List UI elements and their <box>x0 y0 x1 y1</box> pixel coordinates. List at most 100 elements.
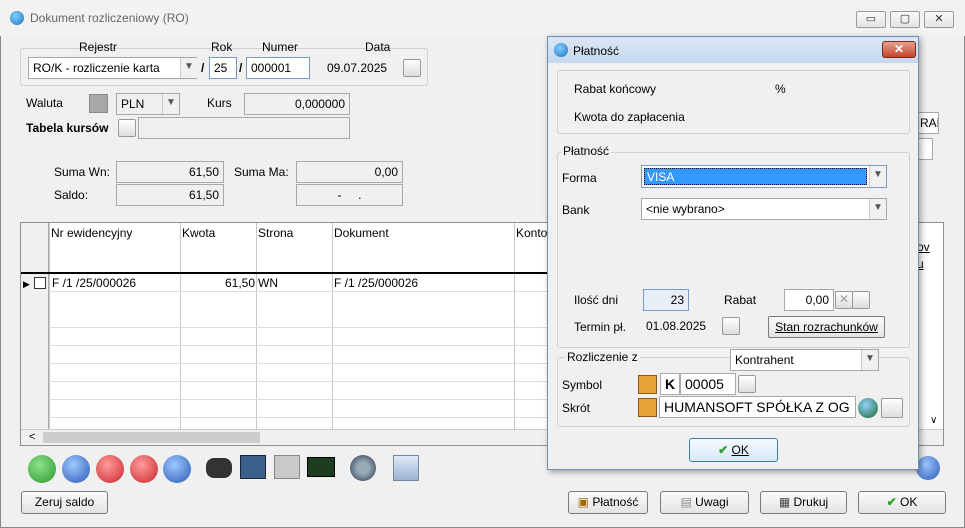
termin-label: Termin pł. <box>574 320 627 334</box>
rozliczenie-value: Kontrahent <box>735 353 794 367</box>
table-row[interactable] <box>49 328 579 346</box>
tabela-picker-icon[interactable] <box>118 119 136 137</box>
next-icon[interactable] <box>916 456 940 480</box>
calendar-icon[interactable] <box>722 317 740 335</box>
forma-select[interactable]: VISA ▼ <box>641 165 887 188</box>
rozliczenie-select[interactable]: Kontrahent ▼ <box>730 349 879 371</box>
binoculars-icon[interactable] <box>206 458 232 478</box>
chevron-down-icon[interactable]: ▼ <box>869 199 886 219</box>
scroll-left-icon[interactable]: < <box>29 431 35 443</box>
rejestr-label: Rejestr <box>79 40 118 54</box>
globe-icon[interactable] <box>858 398 878 418</box>
data-value[interactable]: 09.07.2025 <box>327 61 387 75</box>
table-row[interactable] <box>49 310 579 328</box>
ok-button[interactable]: ✔ OK <box>858 491 946 514</box>
settings-icon[interactable] <box>350 455 376 481</box>
suma-ma-label: Suma Ma: <box>234 165 289 179</box>
rejestr-select[interactable]: RO/K - rozliczenie karta <box>28 57 197 79</box>
p-icon[interactable] <box>163 455 191 483</box>
rabat-label: Rabat <box>724 293 757 307</box>
table-row[interactable] <box>49 400 579 418</box>
scroll-thumb[interactable] <box>43 432 260 443</box>
column-header[interactable]: Konto <box>516 226 547 240</box>
app-icon <box>554 43 568 57</box>
rabat-field[interactable]: 0,00 <box>784 289 834 311</box>
symbol-field[interactable]: 00005 <box>680 373 736 395</box>
contractor-list-icon[interactable] <box>638 398 657 417</box>
column-header[interactable]: Kwota <box>182 226 215 240</box>
skrot-label: Skrót <box>562 401 591 415</box>
minimize-button[interactable]: ▭ <box>856 11 886 28</box>
chevron-down-icon[interactable]: ▼ <box>861 350 878 370</box>
cell-dokument: F /1 /25/000026 <box>334 276 419 290</box>
rok-field[interactable]: 25 <box>209 57 237 79</box>
chart-icon[interactable] <box>881 398 903 418</box>
kurs-field[interactable]: 0,000000 <box>244 93 350 115</box>
rabat-picker-icon[interactable] <box>852 291 870 309</box>
handshake-icon[interactable] <box>738 375 756 393</box>
print-icon: ▦ <box>778 495 794 509</box>
cell-nr: F /1 /25/000026 <box>52 276 137 290</box>
drukuj-button[interactable]: ▦ Drukuj <box>760 491 847 514</box>
row-checkbox[interactable] <box>34 277 46 289</box>
termin-value[interactable]: 01.08.2025 <box>646 319 706 333</box>
app-icon <box>10 11 24 25</box>
chevron-down-icon[interactable]: ▼ <box>162 94 179 114</box>
ilosc-dni-field[interactable]: 23 <box>643 289 689 311</box>
bank-label: Bank <box>562 203 590 217</box>
chart-window-icon[interactable] <box>393 455 419 481</box>
numer-field[interactable]: 000001 <box>246 57 310 79</box>
contractor-list-icon[interactable] <box>638 375 657 394</box>
title-bar: Dokument rozliczeniowy (RO) ▭ ▢ ✕ <box>0 0 965 36</box>
chevron-down-icon[interactable]: ▼ <box>180 58 197 78</box>
column-header[interactable]: Dokument <box>334 226 389 240</box>
calendar-icon[interactable] <box>403 59 421 77</box>
calendar-grid-icon[interactable] <box>240 455 266 479</box>
separator: / <box>239 61 243 75</box>
skrot-field[interactable]: HUMANSOFT SPÓŁKA Z OG <box>659 396 856 418</box>
delete-icon[interactable] <box>96 455 124 483</box>
dialog-ok-button[interactable]: ✔ OK <box>689 438 778 462</box>
close-button[interactable]: ✕ <box>924 11 954 28</box>
kwota-label: Kwota do zapłacenia <box>574 110 685 124</box>
add-icon[interactable] <box>28 455 56 483</box>
column-header[interactable]: Strona <box>258 226 293 240</box>
delete-menu-icon[interactable] <box>130 455 158 483</box>
summary-group <box>557 70 910 134</box>
rabat-koncowy-unit: % <box>775 82 786 96</box>
data-label: Data <box>365 40 391 54</box>
document-icon[interactable] <box>274 455 300 479</box>
table-row[interactable] <box>49 364 579 382</box>
column-header[interactable]: Nr ewidencyjny <box>51 226 132 240</box>
stan-rozrachunkow-button[interactable]: Stan rozrachunków <box>768 316 885 338</box>
symbol-label: Symbol <box>562 378 603 392</box>
edit-icon[interactable] <box>62 455 90 483</box>
table-row[interactable] <box>49 382 579 400</box>
platnosc-button[interactable]: ▣ Płatność <box>568 491 648 514</box>
zeruj-saldo-button[interactable]: Zeruj saldo <box>21 491 108 514</box>
suma-wn-field: 61,50 <box>116 161 224 183</box>
ok-label: OK <box>900 495 918 509</box>
calculator-icon[interactable] <box>307 457 335 477</box>
dialog-close-button[interactable]: ✕ <box>882 41 916 58</box>
table-row[interactable]: F /1 /25/000026 61,50 WN F /1 /25/000026 <box>49 274 551 292</box>
table-row[interactable] <box>49 346 579 364</box>
forma-value: VISA <box>644 168 867 185</box>
rok-label: Rok <box>211 40 233 54</box>
waluta-label: Waluta <box>26 96 63 110</box>
bank-select[interactable]: <nie wybrano> ▼ <box>641 198 887 220</box>
dialog-title: Płatność <box>573 44 620 58</box>
rabat-koncowy-label: Rabat końcowy <box>574 82 657 96</box>
maximize-button[interactable]: ▢ <box>890 11 920 28</box>
saldo-field: 61,50 <box>116 184 224 206</box>
separator: / <box>201 61 205 75</box>
chevron-down-icon[interactable]: ▼ <box>869 166 886 187</box>
clear-x-icon[interactable]: ✕ <box>835 291 853 309</box>
symbol-k-field[interactable]: K <box>660 373 680 395</box>
current-row-arrow-icon: ▶ <box>23 279 30 289</box>
uwagi-button[interactable]: ▤ Uwagi <box>660 491 749 514</box>
check-icon: ✔ <box>886 495 901 509</box>
scroll-down-icon[interactable]: ∨ <box>930 415 937 426</box>
tabela-kursow-field[interactable] <box>138 117 350 139</box>
waluta-button[interactable] <box>89 94 108 113</box>
